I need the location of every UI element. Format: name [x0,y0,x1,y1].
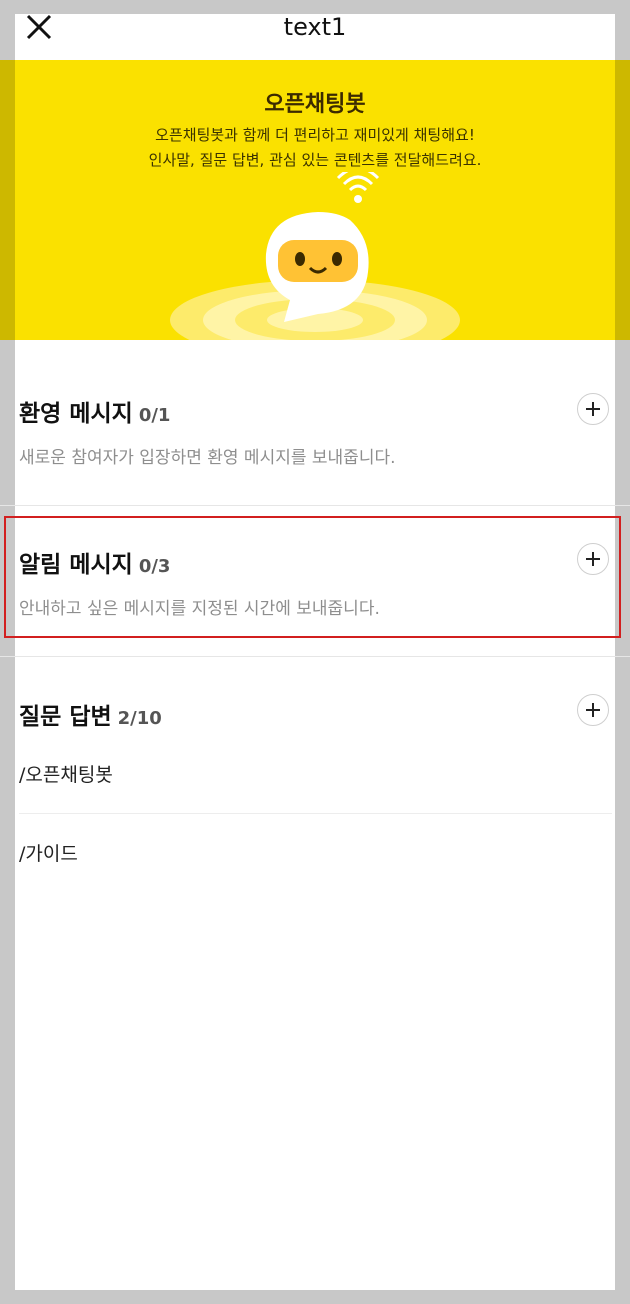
section-divider [0,505,630,506]
add-qa-button[interactable] [577,694,609,726]
banner-title: 오픈채팅봇 [264,92,366,117]
banner-description: 오픈채팅봇과 함께 더 편리하고 재미있게 채팅해요! [155,126,475,144]
section-title-text: 환영 메시지 [19,401,133,427]
top-bar: text1 [15,14,615,60]
list-divider [19,813,612,814]
section-divider [0,656,630,657]
banner-description: 인사말, 질문 답변, 관심 있는 콘텐츠를 전달해드려요. [148,151,482,169]
page-title: text1 [283,13,347,41]
welcome-count: 0/1 [138,405,171,426]
plus-icon [586,703,600,717]
qa-list-item[interactable]: /오픈채팅봇 [19,760,113,787]
add-welcome-message-button[interactable] [577,393,609,425]
plus-icon [586,402,600,416]
welcome-message-title: 환영 메시지 0/1 [19,394,170,428]
chatbot-mascot-icon [170,172,460,340]
qa-title: 질문 답변 2/10 [19,697,162,731]
qa-count: 2/10 [117,708,162,729]
welcome-message-description: 새로운 참여자가 입장하면 환영 메시지를 보내줍니다. [19,448,396,468]
section-title-text: 질문 답변 [19,704,112,730]
qa-list-item[interactable]: /가이드 [19,839,78,866]
selection-highlight [4,516,621,638]
